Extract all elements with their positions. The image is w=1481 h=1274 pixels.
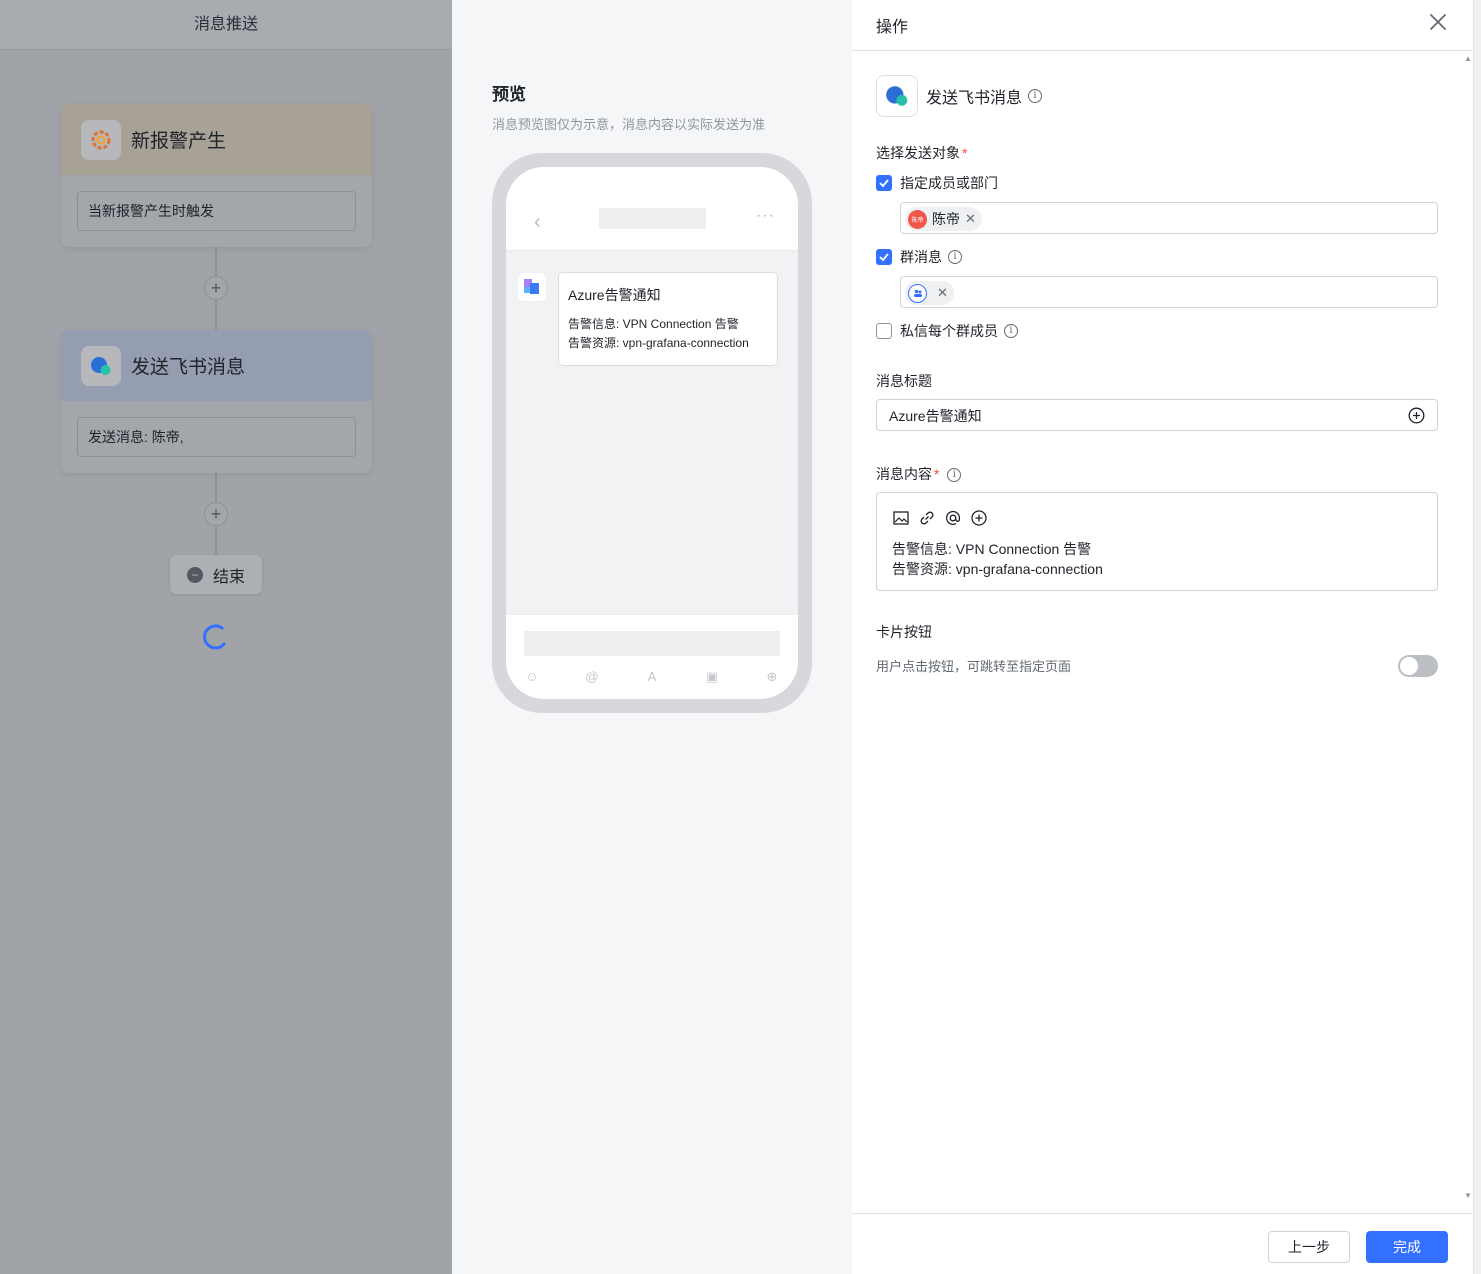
message-content-label: 消息内容 * i [876, 464, 962, 484]
bot-avatar [518, 273, 546, 301]
trigger-node-header: 新报警产生 [61, 104, 372, 175]
option-group[interactable]: 群消息 i [876, 247, 962, 267]
message-title-input[interactable]: Azure告警通知 [876, 399, 1438, 431]
group-checkbox[interactable] [876, 249, 892, 265]
chat-title-placeholder [599, 208, 706, 229]
done-button[interactable]: 完成 [1366, 1231, 1448, 1263]
option-dm[interactable]: 私信每个群成员 i [876, 321, 1018, 341]
group-select[interactable]: ✕ [900, 276, 1438, 308]
action-node[interactable]: 发送飞书消息 发送消息: 陈帝, [61, 330, 372, 473]
member-avatar: 陈帝 [908, 209, 927, 229]
phone-screen: ‹ ··· Azure告警通知 告警信息: VPN Connection 告警 … [506, 167, 798, 699]
preview-title: 预览 [492, 85, 526, 104]
lark-message-icon [81, 345, 121, 386]
emoji-icon: ☺ [525, 669, 539, 684]
member-tag-name: 陈帝 [932, 211, 960, 227]
panel-footer: 上一步 完成 [852, 1213, 1473, 1274]
loading-spinner-icon [203, 624, 226, 650]
card-button-label: 卡片按钮 [876, 624, 932, 640]
panel-title: 操作 [876, 19, 909, 36]
mention-icon: @ [585, 669, 599, 684]
content-toolbar [892, 509, 996, 527]
panel-scrollbar[interactable]: ▲ ▼ [1461, 51, 1473, 1213]
message-card-line: 告警资源: vpn-grafana-connection [568, 336, 749, 350]
info-icon[interactable]: i [1028, 89, 1043, 103]
message-card-body: 告警信息: VPN Connection 告警 告警资源: vpn-grafan… [568, 315, 768, 353]
flow-canvas: 消息推送 新报警产生 当新报警产生时触发 + 发送飞书消息 发送消息: 陈帝, … [0, 0, 452, 1274]
message-card: Azure告警通知 告警信息: VPN Connection 告警 告警资源: … [558, 272, 778, 366]
previous-step-button[interactable]: 上一步 [1268, 1231, 1350, 1263]
end-node[interactable]: − 结束 [170, 555, 262, 594]
action-node-header: 发送飞书消息 [61, 330, 372, 401]
message-content-line: 告警信息: VPN Connection 告警 [892, 541, 1092, 557]
toggle-knob [1400, 657, 1418, 675]
members-select[interactable]: 陈帝 陈帝 ✕ [900, 202, 1438, 234]
action-name: 发送飞书消息 [926, 90, 1023, 107]
dm-checkbox[interactable] [876, 323, 892, 339]
font-icon: A [647, 669, 657, 684]
trigger-node-title: 新报警产生 [131, 131, 227, 152]
add-step-button[interactable]: + [204, 276, 228, 300]
flow-header-title: 消息推送 [193, 16, 258, 33]
option-members[interactable]: 指定成员或部门 [876, 173, 998, 193]
message-content-text: 告警信息: VPN Connection 告警 告警资源: vpn-grafan… [892, 539, 1103, 579]
action-node-title: 发送飞书消息 [131, 357, 246, 378]
minus-circle-icon: − [186, 566, 203, 583]
preview-pane: 预览 消息预览图仅为示意，消息内容以实际发送为准 ‹ ··· Azure告警通知… [452, 0, 852, 1274]
action-summary: 发送飞书消息 i [876, 75, 1043, 117]
add-step-button[interactable]: + [204, 502, 228, 526]
member-tag: 陈帝 陈帝 ✕ [905, 207, 982, 231]
remove-tag-icon[interactable]: ✕ [937, 285, 948, 301]
group-avatar-icon [908, 283, 927, 303]
close-icon[interactable] [1427, 11, 1449, 33]
lark-message-icon [876, 75, 918, 117]
image-icon: ▣ [705, 669, 719, 684]
panel-header: 操作 [852, 0, 1473, 51]
end-node-label: 结束 [212, 568, 245, 586]
members-option-label: 指定成员或部门 [900, 175, 998, 191]
required-mark: * [934, 466, 940, 482]
more-icon: ··· [756, 207, 775, 224]
remove-tag-icon[interactable]: ✕ [965, 211, 976, 227]
chat-input-area: ☺ @ A ▣ ⊕ [506, 614, 798, 699]
recipients-label: 选择发送对象 * [876, 145, 968, 161]
operations-panel: 操作 ▲ ▼ 发送飞书消息 i 选择发送对象 * 指定成员或部门 陈帝 陈帝 ✕… [852, 0, 1481, 1274]
preview-subtitle: 消息预览图仅为示意，消息内容以实际发送为准 [492, 117, 766, 132]
members-checkbox[interactable] [876, 175, 892, 191]
add-icon: ⊕ [766, 669, 778, 684]
chat-input-placeholder [524, 631, 780, 656]
required-mark: * [962, 145, 968, 161]
info-icon[interactable]: i [1004, 324, 1018, 338]
group-option-label: 群消息 [900, 249, 942, 265]
window-edge [1473, 0, 1481, 1274]
message-title-label: 消息标题 [876, 373, 932, 389]
action-node-description: 发送消息: 陈帝, [77, 417, 356, 457]
message-content-editor[interactable]: 告警信息: VPN Connection 告警 告警资源: vpn-grafan… [876, 492, 1438, 591]
info-icon[interactable]: i [947, 468, 962, 483]
info-icon[interactable]: i [948, 250, 962, 264]
trigger-node[interactable]: 新报警产生 当新报警产生时触发 [61, 104, 372, 247]
message-card-title: Azure告警通知 [568, 287, 661, 303]
card-button-toggle[interactable] [1398, 655, 1438, 677]
at-icon[interactable] [944, 509, 962, 527]
grafana-icon [81, 119, 121, 160]
add-icon[interactable] [970, 509, 988, 527]
image-icon[interactable] [892, 509, 910, 527]
trigger-node-description: 当新报警产生时触发 [77, 191, 356, 231]
phone-mockup: ‹ ··· Azure告警通知 告警信息: VPN Connection 告警 … [492, 153, 812, 713]
chat-navbar: ‹ ··· [506, 167, 798, 251]
link-icon[interactable] [918, 509, 936, 527]
add-variable-icon[interactable] [1408, 407, 1425, 424]
flow-header: 消息推送 [0, 0, 452, 50]
message-title-value: Azure告警通知 [889, 408, 982, 424]
message-content-line: 告警资源: vpn-grafana-connection [892, 561, 1103, 577]
scroll-up-icon[interactable]: ▲ [1464, 54, 1472, 63]
scroll-down-icon[interactable]: ▼ [1464, 1191, 1472, 1200]
card-button-description: 用户点击按钮，可跳转至指定页面 [876, 659, 1072, 674]
back-icon: ‹ [534, 211, 541, 233]
message-card-line: 告警信息: VPN Connection 告警 [568, 317, 739, 331]
group-tag: ✕ [905, 281, 954, 305]
dm-option-label: 私信每个群成员 [900, 323, 998, 339]
